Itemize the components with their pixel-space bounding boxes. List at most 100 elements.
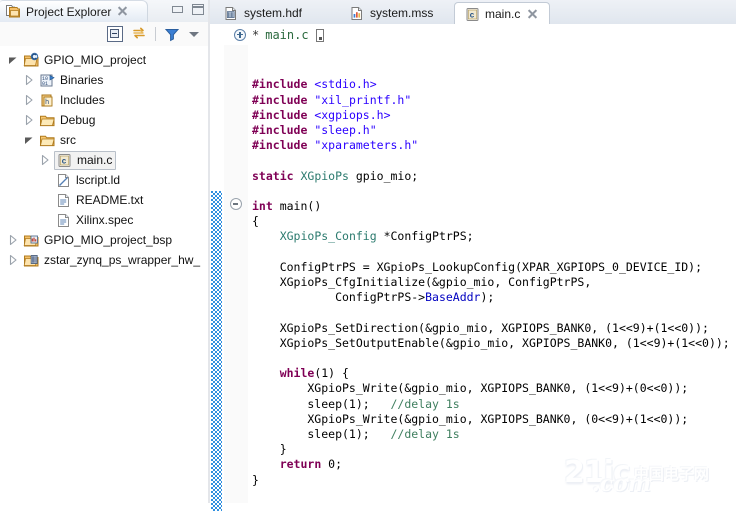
tree-item-content[interactable]: Xilinx.spec <box>55 212 133 229</box>
tree-item-gpio-mio-project[interactable]: GPIO_MIO_project <box>0 50 210 70</box>
tree-item-label: GPIO_MIO_project <box>44 53 147 67</box>
text-file-icon <box>55 212 72 229</box>
breadcrumb-file[interactable]: main.c <box>265 28 308 42</box>
dirty-marker: * <box>252 27 260 42</box>
change-bar[interactable] <box>211 191 222 511</box>
expand-arrow-closed-icon[interactable] <box>38 150 52 170</box>
tree-item-label: Xilinx.spec <box>76 213 134 227</box>
svg-text:c: c <box>470 12 475 21</box>
expand-arrow-closed-icon[interactable] <box>6 230 20 250</box>
editor-tab-label: system.mss <box>370 5 434 20</box>
project-tree[interactable]: GPIO_MIO_project 10 01 Binaries h Includes Deb… <box>0 46 210 503</box>
tree-item-content[interactable]: Debug <box>39 112 95 129</box>
tree-item-content[interactable]: 10 01 Binaries <box>39 72 103 89</box>
editor-tab-close-icon[interactable] <box>527 9 538 20</box>
tree-item-content[interactable]: README.txt <box>55 192 143 209</box>
tree-item-label: lscript.ld <box>76 173 121 187</box>
editor-tab-system-mss[interactable]: system.mss <box>340 1 452 24</box>
project-explorer-icon <box>5 3 22 20</box>
tree-item-label: README.txt <box>76 193 144 207</box>
tree-item-label: zstar_zynq_ps_wrapper_hw_ <box>44 253 201 267</box>
maximize-icon[interactable] <box>192 4 204 15</box>
linker-script-icon <box>55 172 72 189</box>
editor-tab-label: main.c <box>485 7 521 21</box>
expand-arrow-closed-icon[interactable] <box>6 250 20 270</box>
c-project-icon <box>23 52 40 69</box>
fold-collapse-icon[interactable] <box>230 198 242 210</box>
editor-area: system.hdf system.mss c main.c * main.c #in… <box>210 0 736 511</box>
tree-item-includes[interactable]: h Includes <box>0 90 210 110</box>
close-icon[interactable] <box>117 6 128 17</box>
editor-body: #include <stdio.h> #include "xil_printf.… <box>210 45 736 511</box>
mss-file-icon <box>349 5 365 21</box>
c-file-icon: c <box>56 152 73 169</box>
tree-item-xilinx-spec[interactable]: Xilinx.spec <box>0 210 210 230</box>
toolbar-separator <box>155 27 156 41</box>
filter-icon[interactable] <box>164 26 180 42</box>
tree-item-gpio-mio-project-bsp[interactable]: GPIO_MIO_project_bsp <box>0 230 210 250</box>
tree-item-label: Binaries <box>60 73 104 87</box>
svg-text:h: h <box>45 99 49 107</box>
breadcrumb-caret <box>315 29 324 42</box>
text-file-icon <box>55 192 72 209</box>
tree-item-label: Includes <box>60 93 105 107</box>
folding-ruler[interactable] <box>224 45 249 503</box>
binaries-icon: 10 01 <box>39 72 56 89</box>
tree-item-selected[interactable]: c main.c <box>54 150 117 170</box>
link-with-editor-icon[interactable] <box>131 26 147 42</box>
expand-arrow-closed-icon[interactable] <box>22 70 36 90</box>
view-menu-icon[interactable] <box>188 28 201 41</box>
breadcrumb: * main.c <box>210 24 736 45</box>
minimize-icon[interactable] <box>172 6 183 13</box>
tree-item-debug[interactable]: Debug <box>0 110 210 130</box>
expand-arrow-open-icon[interactable] <box>22 130 36 150</box>
tree-item-label: Debug <box>60 113 96 127</box>
collapse-all-icon[interactable] <box>107 26 123 42</box>
tree-item-content[interactable]: GPIO_MIO_project_bsp <box>23 232 172 249</box>
expand-arrow-closed-icon[interactable] <box>22 90 36 110</box>
tree-item-readme-txt[interactable]: README.txt <box>0 190 210 210</box>
source-code[interactable]: #include <stdio.h> #include "xil_printf.… <box>248 45 736 488</box>
tree-item-lscript-ld[interactable]: lscript.ld <box>0 170 210 190</box>
expand-circle-icon[interactable] <box>234 28 246 41</box>
svg-text:c: c <box>62 157 67 166</box>
hw-project-icon <box>23 252 40 269</box>
tree-item-content[interactable]: GPIO_MIO_project <box>23 52 146 69</box>
tree-item-binaries[interactable]: 10 01 Binaries <box>0 70 210 90</box>
eclipse-ide-window: Project Explorer GPIO_MIO_project 10 01 … <box>0 0 736 511</box>
view-window-buttons <box>172 4 204 15</box>
tree-item-content[interactable]: src <box>39 132 76 149</box>
project-explorer-tab[interactable]: Project Explorer <box>0 0 148 22</box>
tree-item-main-c[interactable]: c main.c <box>0 150 210 170</box>
tree-item-content[interactable]: h Includes <box>39 92 105 109</box>
folder-icon <box>39 132 56 149</box>
project-explorer-tab-label: Project Explorer <box>26 4 112 19</box>
folder-icon <box>39 112 56 129</box>
editor-tab-row: system.hdf system.mss c main.c <box>210 0 736 25</box>
project-explorer-view: Project Explorer GPIO_MIO_project 10 01 … <box>0 0 210 503</box>
tree-item-label: src <box>60 133 76 147</box>
hdf-file-icon <box>223 5 239 21</box>
expand-arrow-closed-icon[interactable] <box>22 110 36 130</box>
tree-item-content[interactable]: zstar_zynq_ps_wrapper_hw_ <box>23 252 200 269</box>
tree-item-label: main.c <box>77 153 113 167</box>
project-explorer-toolbar <box>0 22 210 46</box>
editor-tab-main-c[interactable]: c main.c <box>454 2 550 25</box>
expand-arrow-open-icon[interactable] <box>6 50 20 70</box>
tree-item-label: GPIO_MIO_project_bsp <box>44 233 173 247</box>
svg-text:01: 01 <box>42 81 48 87</box>
tree-item-src[interactable]: src <box>0 130 210 150</box>
editor-tab-system-hdf[interactable]: system.hdf <box>214 1 330 24</box>
code-editor[interactable]: #include <stdio.h> #include "xil_printf.… <box>248 45 736 503</box>
tree-item-content[interactable]: lscript.ld <box>55 172 120 189</box>
includes-icon: h <box>39 92 56 109</box>
tree-item-zstar-zynq-ps-wrapper-hw[interactable]: zstar_zynq_ps_wrapper_hw_ <box>0 250 210 270</box>
annotation-ruler[interactable] <box>210 45 225 511</box>
editor-tab-label: system.hdf <box>244 5 303 20</box>
project-explorer-tab-row: Project Explorer <box>0 0 210 22</box>
bsp-project-icon <box>23 232 40 249</box>
c-file-icon: c <box>464 6 480 22</box>
